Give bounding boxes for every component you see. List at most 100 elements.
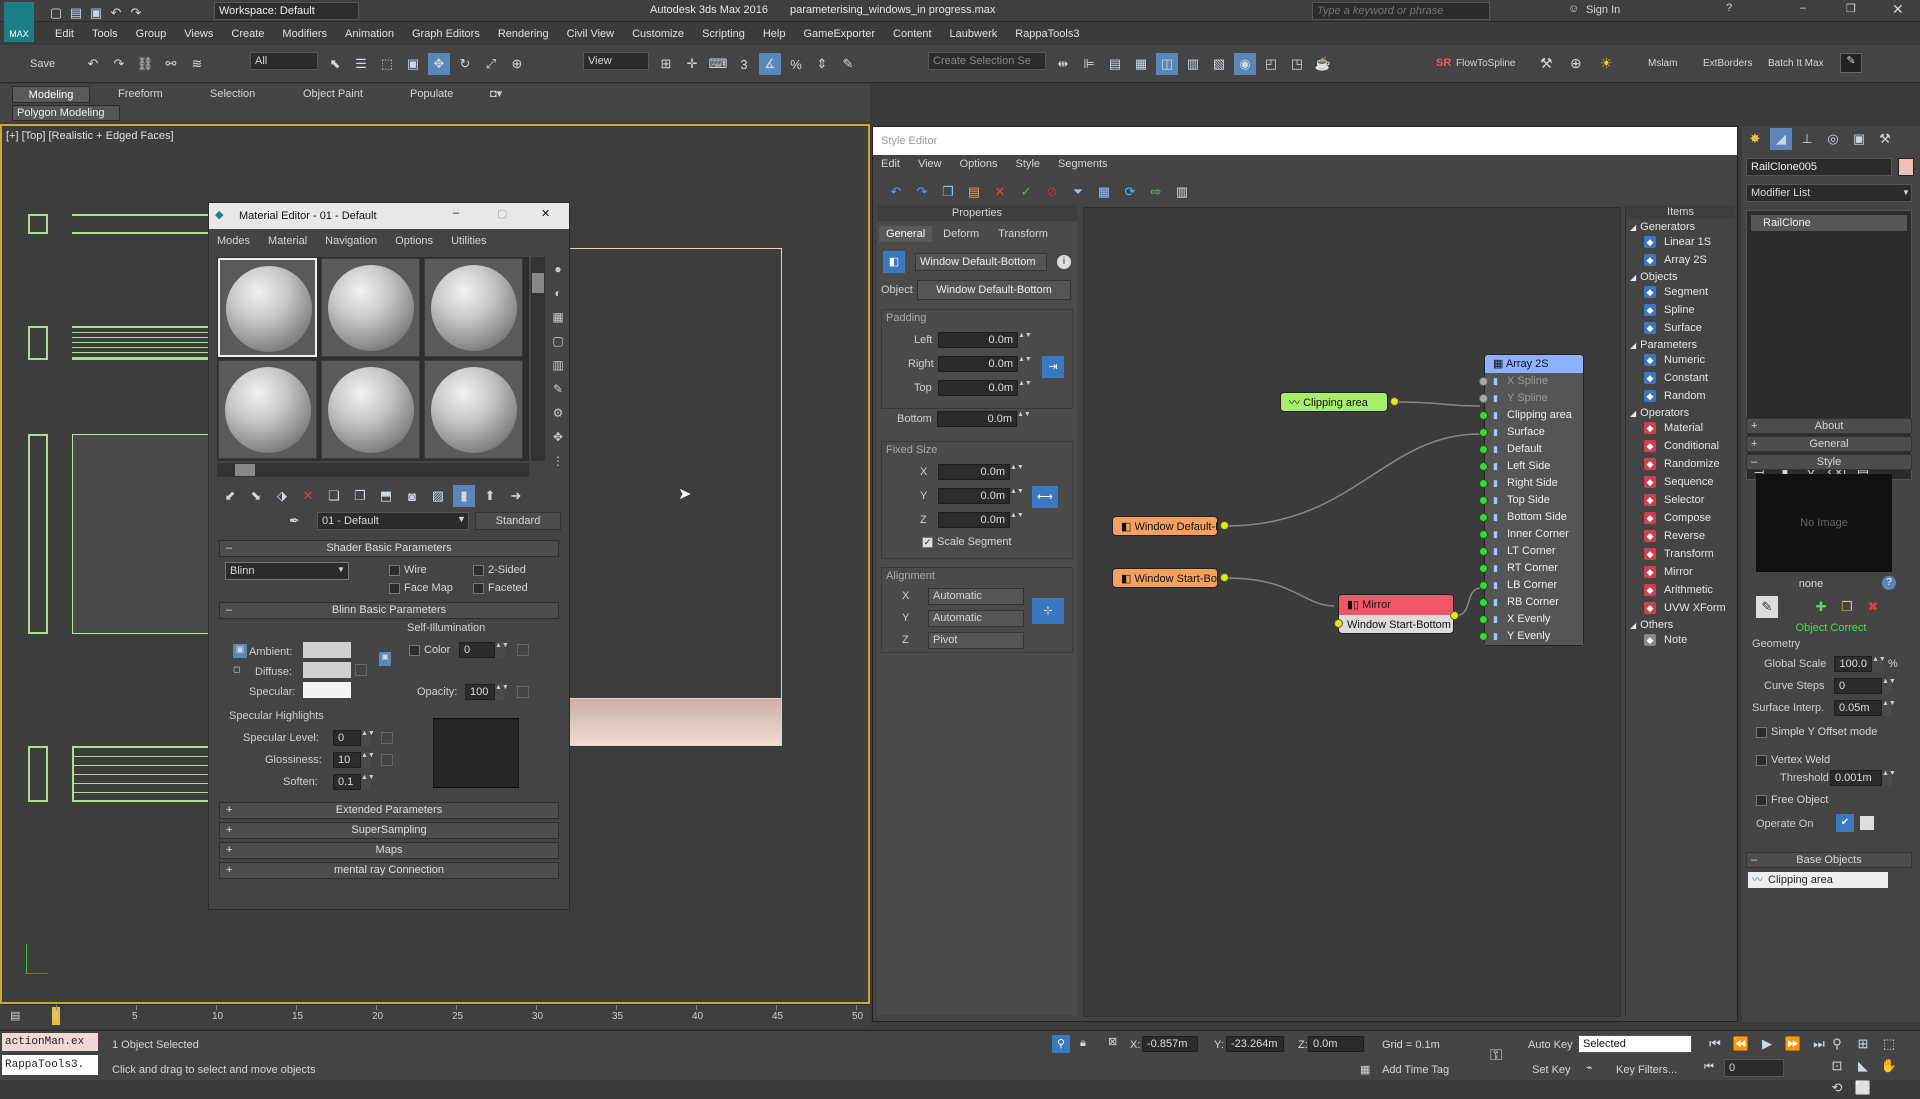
lock-selection-icon[interactable]: 🔒︎ — [1080, 1037, 1086, 1050]
refresh-icon[interactable]: ⟳ — [1119, 181, 1141, 203]
hammer-icon[interactable]: ⚒ — [1540, 55, 1553, 72]
items-surface[interactable]: ◆ Surface — [1626, 319, 1735, 337]
items-group-operators[interactable]: ◢ Operators — [1626, 407, 1735, 419]
lock-map-icon[interactable]: ▣ — [379, 652, 391, 666]
timeline[interactable]: ▤ 0 5 10 15 20 25 30 35 40 45 50 — [0, 1004, 870, 1028]
tab-general[interactable]: General — [879, 226, 933, 242]
search-input[interactable] — [1312, 2, 1490, 20]
items-note[interactable]: ◆ Note — [1626, 631, 1735, 649]
mat-menu-options[interactable]: Options — [395, 235, 433, 247]
port-start-out[interactable] — [1220, 573, 1229, 582]
spec-level-arrows[interactable]: ▲▼ — [361, 730, 375, 746]
bind-space-warp-icon[interactable]: ≋ — [186, 53, 208, 75]
zoom-extents-icon[interactable]: ⬚ — [1878, 1033, 1900, 1055]
angle-snap-icon[interactable]: ∡ — [759, 53, 781, 75]
percent-snap-icon[interactable]: % — [785, 53, 807, 75]
array-port-y-evenly[interactable]: ▮ Y Evenly — [1479, 628, 1583, 645]
select-by-material-icon[interactable]: ✥ — [549, 425, 567, 449]
open-file-icon[interactable]: ▤ — [68, 2, 84, 24]
background-icon[interactable]: ▦ — [549, 305, 567, 329]
items-compose[interactable]: ◆ Compose — [1626, 509, 1735, 527]
items-array-2s[interactable]: ◆ Array 2S — [1626, 251, 1735, 269]
opacity-spinner-arrows[interactable]: ▲▼ — [495, 684, 509, 700]
fixed-z-arrows[interactable]: ▲▼ — [1010, 512, 1024, 528]
video-color-icon[interactable]: ▥ — [549, 353, 567, 377]
named-selection-dropdown[interactable]: Create Selection Se — [928, 52, 1046, 70]
mat-menu-utilities[interactable]: Utilities — [451, 235, 486, 247]
flow-to-spline-button[interactable]: FlowToSpline — [1456, 58, 1515, 69]
two-sided-checkbox[interactable] — [473, 564, 484, 576]
redo-icon[interactable]: ↷ — [108, 53, 130, 75]
maximize-icon[interactable]: ❐ — [1846, 2, 1856, 15]
soften-arrows[interactable]: ▲▼ — [361, 774, 375, 790]
array-port-lt-corner[interactable]: ▮ LT Corner — [1479, 543, 1583, 560]
items-reverse[interactable]: ◆ Reverse — [1626, 527, 1735, 545]
fixed-x-arrows[interactable]: ▲▼ — [1010, 464, 1024, 480]
se-menu-edit[interactable]: Edit — [881, 158, 900, 170]
array-port-bottom-side[interactable]: ▮ Bottom Side — [1479, 509, 1583, 526]
x-coord-field[interactable]: -0.857m — [1142, 1036, 1198, 1052]
rollout-general[interactable]: + General — [1746, 436, 1912, 452]
surface-interp-arrows[interactable]: ▲▼ — [1882, 700, 1896, 716]
delete-icon[interactable]: ✕ — [989, 181, 1011, 203]
go-parent-icon[interactable]: ⬆ — [479, 485, 501, 507]
current-frame-field[interactable]: 0 — [1724, 1059, 1784, 1077]
node-name-field[interactable]: Window Default-Bottom — [915, 253, 1047, 271]
menu-help[interactable]: Help — [763, 28, 786, 40]
menu-create[interactable]: Create — [231, 28, 264, 40]
isolate-icon[interactable]: ⚲ — [1052, 1035, 1070, 1053]
node-window-start[interactable]: ◧ Window Start-Bottc — [1112, 568, 1218, 588]
padding-right-spinner[interactable]: 0.0m — [938, 356, 1018, 372]
items-group-parameters[interactable]: ◢ Parameters — [1626, 339, 1735, 351]
blinn-basic-rollout[interactable]: – Blinn Basic Parameters — [219, 602, 559, 619]
array-port-rb-corner[interactable]: ▮ RB Corner — [1479, 594, 1583, 611]
fixed-z-spinner[interactable]: 0.0m — [938, 512, 1010, 528]
fixed-x-spinner[interactable]: 0.0m — [938, 464, 1010, 480]
array-port-y-spline[interactable]: ▮ Y Spline — [1479, 390, 1583, 407]
make-copy-icon[interactable]: ❏ — [323, 485, 345, 507]
go-to-start-icon[interactable]: ⏮ — [1704, 1033, 1726, 1055]
port-mirror-in[interactable] — [1334, 619, 1343, 628]
shader-dropdown[interactable]: Blinn — [225, 562, 349, 580]
input-port-icon[interactable] — [1479, 581, 1488, 590]
collapse-icon[interactable]: ◢ — [1630, 273, 1636, 282]
array-port-lb-corner[interactable]: ▮ LB Corner — [1479, 577, 1583, 594]
spinner-snap-icon[interactable]: ⇕ — [811, 53, 833, 75]
opacity-map-button[interactable] — [517, 686, 529, 698]
global-scale-spinner[interactable]: 100.0 — [1834, 656, 1872, 672]
input-port-icon[interactable] — [1479, 547, 1488, 556]
z-coord-field[interactable]: 0.0m — [1308, 1036, 1364, 1052]
items-uvw-xform[interactable]: ◆ UVW XForm — [1626, 599, 1735, 617]
field-of-view-icon[interactable]: ◣ — [1852, 1055, 1874, 1077]
padding-bottom-arrows[interactable]: ▲▼ — [1017, 411, 1031, 427]
rollout-maps[interactable]: + Maps — [219, 842, 559, 859]
ribbon-tab-selection[interactable]: Selection — [210, 88, 255, 100]
items-mirror[interactable]: ◆ Mirror — [1626, 563, 1735, 581]
utilities-tab-icon[interactable]: ⚒ — [1874, 128, 1896, 150]
app-logo[interactable]: MAX — [4, 2, 34, 42]
rollout-extended-parameters[interactable]: + Extended Parameters — [219, 802, 559, 819]
port-clipping-out[interactable] — [1390, 397, 1399, 406]
items-constant[interactable]: ◆ Constant — [1626, 369, 1735, 387]
delete-style-icon[interactable]: ✖ — [1862, 596, 1884, 618]
menu-content[interactable]: Content — [893, 28, 932, 40]
mat-menu-modes[interactable]: Modes — [217, 235, 250, 247]
material-name-chevron-icon[interactable]: ▼ — [457, 514, 466, 524]
items-linear-1s[interactable]: ◆ Linear 1S — [1626, 233, 1735, 251]
lock-ambient-icon[interactable]: ▣ — [233, 644, 247, 658]
render-frame-icon[interactable]: ◳ — [1286, 53, 1308, 75]
unlink-icon[interactable]: ⚯ — [160, 53, 182, 75]
info-panel-icon[interactable]: ▥ — [1171, 181, 1193, 203]
array-port-top-side[interactable]: ▮ Top Side — [1479, 492, 1583, 509]
selection-filter-dropdown[interactable]: All — [250, 52, 318, 70]
undo-icon[interactable]: ↶ — [885, 181, 907, 203]
rollout-mental-ray-connection[interactable]: + mental ray Connection — [219, 862, 559, 879]
display-tab-icon[interactable]: ▣ — [1848, 128, 1870, 150]
specular-swatch[interactable] — [303, 682, 351, 698]
rollout-about[interactable]: + About — [1746, 418, 1912, 434]
key-filters-button[interactable]: Key Filters... — [1616, 1064, 1677, 1076]
self-illum-spinner-arrows[interactable]: ▲▼ — [495, 642, 509, 658]
maxscript-listener-2[interactable]: RappaTools3. — [2, 1055, 98, 1075]
curve-steps-arrows[interactable]: ▲▼ — [1882, 678, 1896, 694]
material-editor-titlebar[interactable]: ◆ Material Editor - 01 - Default – ▢ ✕ — [209, 203, 569, 229]
